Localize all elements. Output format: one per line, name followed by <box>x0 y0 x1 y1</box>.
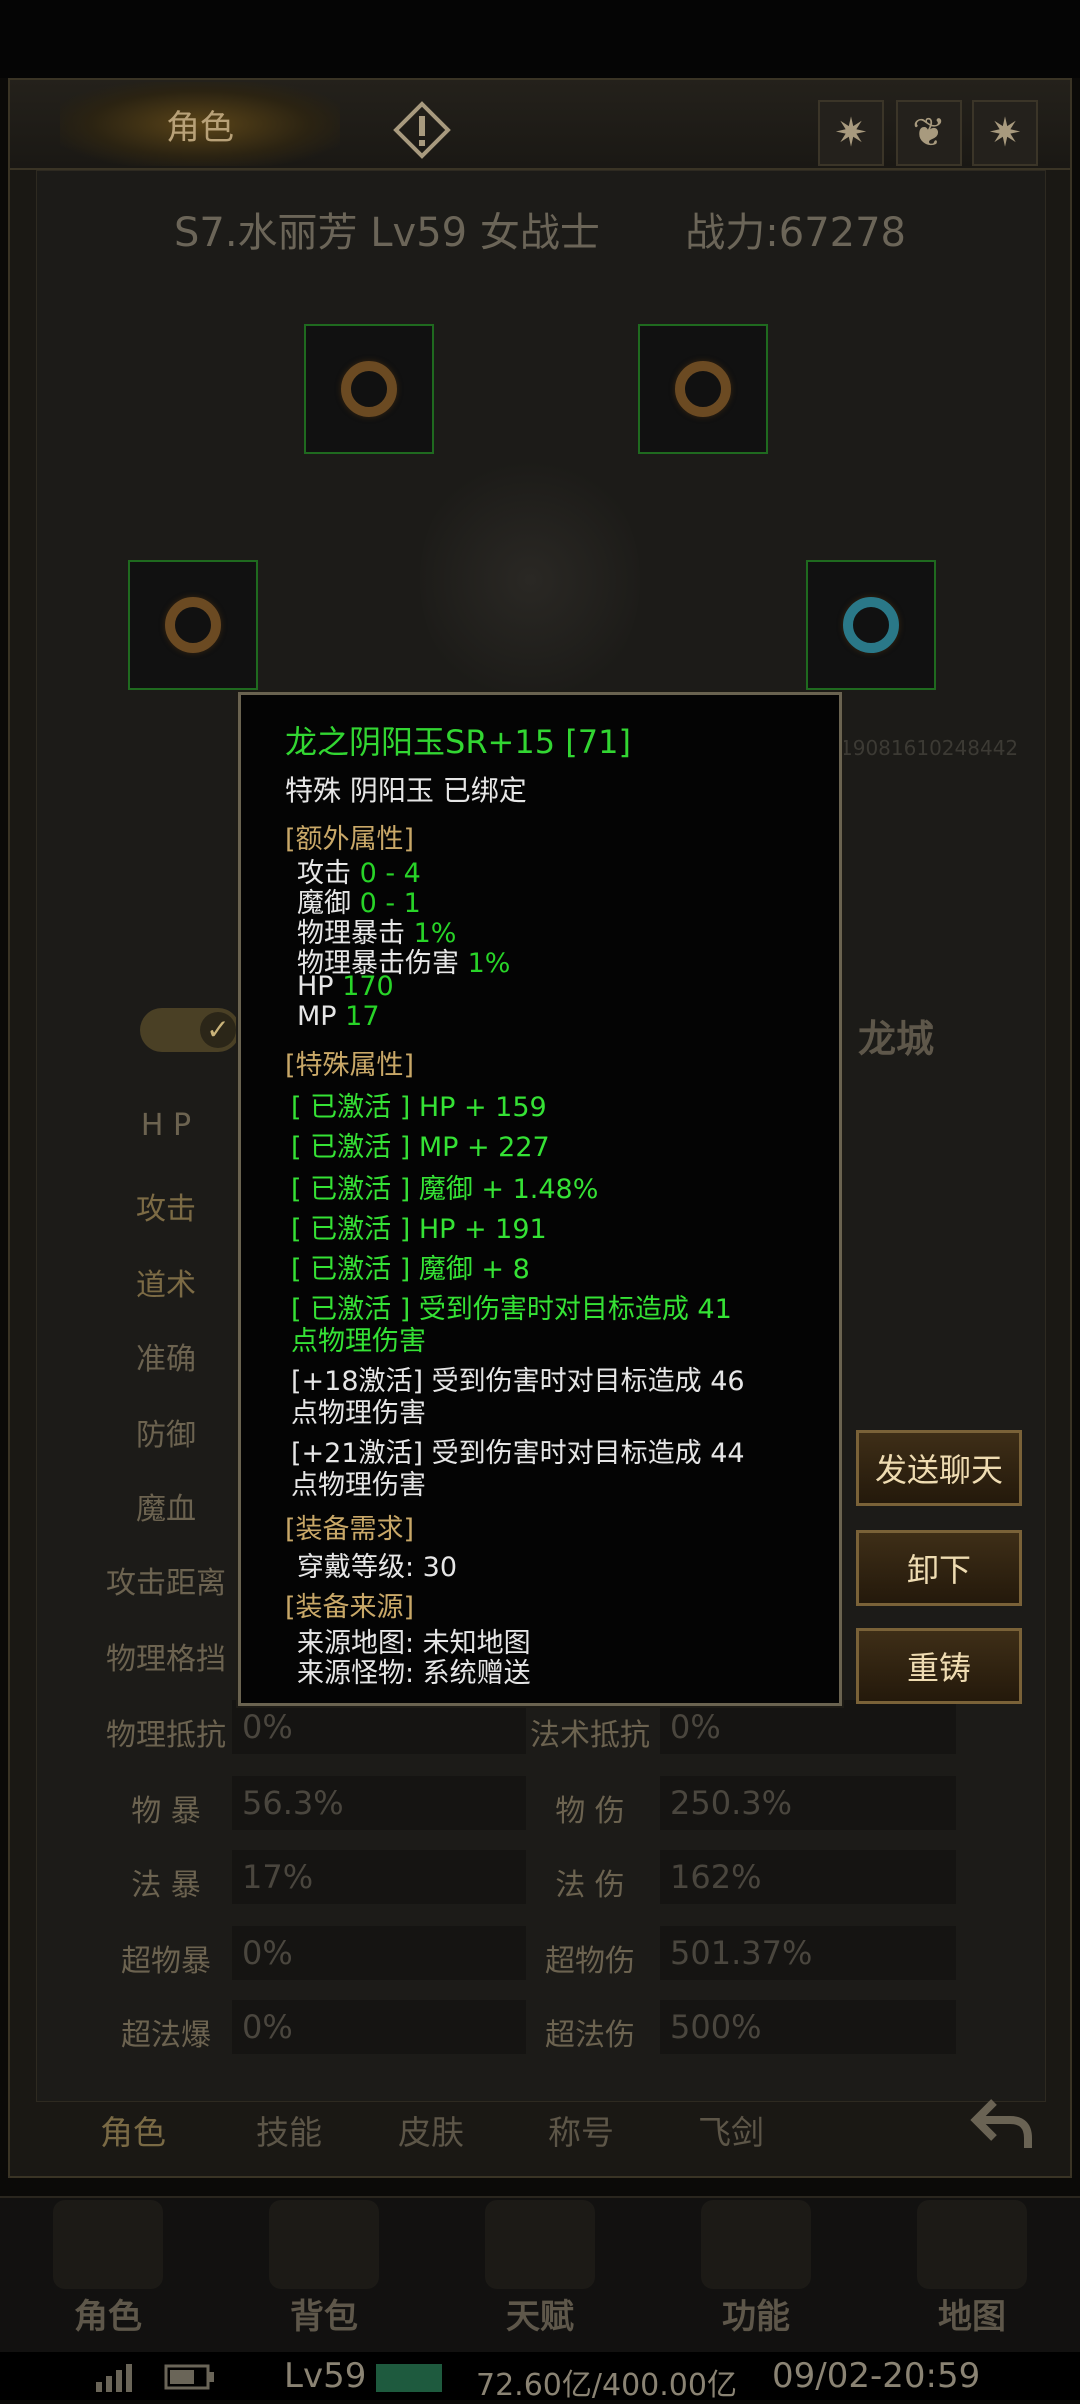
special-attr-row: [ 已激活 ] 魔御 + 1.48% <box>291 1174 599 1205</box>
tab-role-header[interactable]: 角色 <box>60 82 340 166</box>
special-attr-row: [ 已激活 ] HP + 159 <box>291 1092 547 1123</box>
warning-icon[interactable] <box>392 100 452 160</box>
stat-label-phys-block: 物理格挡 <box>106 1642 226 1677</box>
tab-skills[interactable]: 技能 <box>256 2106 322 2154</box>
stat-label-magic-crit: 法 暴 <box>131 1868 201 1903</box>
send-chat-button[interactable]: 发送聊天 <box>856 1430 1022 1506</box>
stat-label-super-phys-crit: 超物暴 <box>121 1944 211 1979</box>
recast-button[interactable]: 重铸 <box>856 1628 1022 1704</box>
feather-icon[interactable]: ❦ <box>896 100 962 166</box>
stat-label-magic-blood: 魔血 <box>136 1492 196 1527</box>
stat-label-magic-dmg: 法 伤 <box>555 1868 625 1903</box>
nav-functions[interactable]: 功能 <box>648 2200 864 2350</box>
ring-icon <box>675 361 731 417</box>
inactive-attr-row-cont: 点物理伤害 <box>291 1398 426 1429</box>
dragon-icon <box>485 2200 595 2289</box>
stat-value-super-magic-dmg: 500% <box>660 2000 956 2054</box>
tab-titles[interactable]: 称号 <box>548 2106 614 2154</box>
wear-level: 穿戴等级: 30 <box>297 1552 458 1583</box>
item-subtitle: 特殊 阴阳玉 已绑定 <box>285 774 527 807</box>
extra-attr-row: MP 17 <box>297 1001 380 1032</box>
stat-label-phys-dmg: 物 伤 <box>555 1794 625 1829</box>
stat-label-hp: H P <box>140 1108 192 1143</box>
item-name: 龙之阴阳玉SR+15 [71] <box>285 723 631 761</box>
special-attr-row: [ 已激活 ] 魔御 + 8 <box>291 1254 530 1285</box>
status-bar: Lv59 72.60亿/400.00亿 09/02-20:59 <box>0 2352 1080 2403</box>
special-attrs-header: [特殊属性] <box>285 1050 415 1081</box>
equip-slot-jade[interactable] <box>806 560 936 690</box>
stat-value-super-magic-crit: 0% <box>232 2000 526 2054</box>
item-tooltip: 龙之阴阳玉SR+15 [71] 特殊 阴阳玉 已绑定 [额外属性] 攻击 0 -… <box>236 690 844 1708</box>
auto-toggle[interactable]: ✓ <box>140 1008 240 1052</box>
stat-label-defense: 防御 <box>136 1418 196 1453</box>
stat-label-super-phys-dmg: 超物伤 <box>545 1944 635 1979</box>
exp-bar <box>376 2364 442 2392</box>
jade-icon <box>843 597 899 653</box>
character-info: S7.水丽芳 Lv59 女战士 战力:67278 <box>0 200 1080 258</box>
top-black-bar <box>0 0 1080 78</box>
equip-slot-bracelet[interactable] <box>128 560 258 690</box>
source-monster: 来源怪物: 系统赠送 <box>297 1658 531 1689</box>
combat-power: 战力:67278 <box>685 210 906 256</box>
extra-attr-row: HP 170 <box>297 971 394 1002</box>
yin-yang-emblem <box>420 450 640 710</box>
ring-icon <box>165 597 221 653</box>
clock: 09/02-20:59 <box>772 2356 981 2396</box>
stat-label-accuracy: 准确 <box>136 1342 196 1377</box>
unequip-button[interactable]: 卸下 <box>856 1530 1022 1606</box>
stat-value-magic-dmg: 162% <box>660 1850 956 1904</box>
tab-flying-sword[interactable]: 飞剑 <box>698 2106 764 2154</box>
nav-map[interactable]: 地图 <box>864 2200 1080 2350</box>
tab-skins[interactable]: 皮肤 <box>398 2106 464 2154</box>
source-header: [装备来源] <box>285 1592 415 1623</box>
compass-map-icon <box>917 2200 1027 2289</box>
back-arrow-icon[interactable] <box>970 2094 1034 2154</box>
special-attr-row-cont: 点物理伤害 <box>291 1326 426 1357</box>
potion-bag-icon <box>269 2200 379 2289</box>
stat-label-attack: 攻击 <box>136 1192 196 1227</box>
nav-bag[interactable]: 背包 <box>216 2200 432 2350</box>
sun-icon[interactable]: ✷ <box>818 100 884 166</box>
hooded-figure-icon <box>53 2200 163 2289</box>
ring-icon <box>341 361 397 417</box>
inactive-attr-row-cont: 点物理伤害 <box>291 1470 426 1501</box>
nav-role[interactable]: 角色 <box>0 2200 216 2350</box>
stat-value-phys-resist: 0% <box>232 1700 526 1754</box>
stat-label-taoism: 道术 <box>136 1268 196 1303</box>
equip-slot-ring-left[interactable] <box>304 324 434 454</box>
special-attr-row: [ 已激活 ] MP + 227 <box>291 1132 550 1163</box>
character-name-level: S7.水丽芳 Lv59 女战士 <box>173 210 600 256</box>
stat-label-attack-range: 攻击距离 <box>106 1566 226 1601</box>
requirements-header: [装备需求] <box>285 1514 415 1545</box>
stat-value-super-phys-crit: 0% <box>232 1926 526 1980</box>
anvil-icon <box>701 2200 811 2289</box>
nav-talent[interactable]: 天赋 <box>432 2200 648 2350</box>
player-level: Lv59 <box>284 2356 367 2396</box>
check-icon: ✓ <box>200 1012 236 1048</box>
stat-label-super-magic-crit: 超法爆 <box>121 2018 211 2053</box>
signal-icon <box>96 2364 132 2392</box>
stat-label-phys-resist: 物理抵抗 <box>106 1718 226 1753</box>
stat-value-super-phys-dmg: 501.37% <box>660 1926 956 1980</box>
special-attr-row: [ 已激活 ] HP + 191 <box>291 1214 547 1245</box>
stat-label-phys-crit: 物 暴 <box>131 1794 201 1829</box>
equip-slot-ring-right[interactable] <box>638 324 768 454</box>
stat-value-magic-resist: 0% <box>660 1700 956 1754</box>
city-label: 龙城 <box>858 1017 935 1061</box>
stat-value-magic-crit: 17% <box>232 1850 526 1904</box>
stat-label-magic-resist: 法术抵抗 <box>530 1718 650 1753</box>
stat-value-phys-crit: 56.3% <box>232 1776 526 1830</box>
battery-icon <box>164 2364 214 2390</box>
stat-value-phys-dmg: 250.3% <box>660 1776 956 1830</box>
tab-role[interactable]: 角色 <box>100 2106 166 2154</box>
exp-value: 72.60亿/400.00亿 <box>476 2368 737 2403</box>
star-icon[interactable]: ✷ <box>972 100 1038 166</box>
stat-label-super-magic-dmg: 超法伤 <box>545 2018 635 2053</box>
faded-id: 19081610248442 <box>840 736 1019 760</box>
